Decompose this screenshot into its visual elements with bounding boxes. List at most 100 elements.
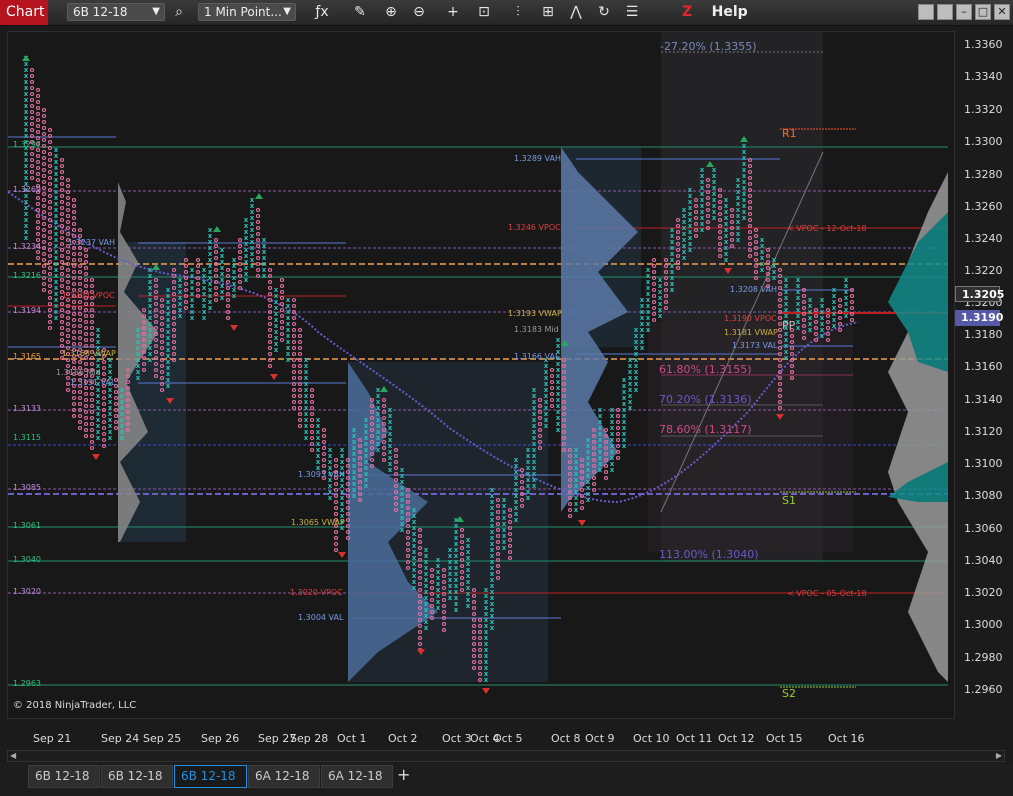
pf-x-mark: x	[108, 434, 113, 442]
pf-x-mark: x	[628, 404, 633, 412]
add-tab-button[interactable]: +	[397, 765, 410, 784]
pf-x-mark: x	[286, 356, 291, 364]
window-restore-icon[interactable]	[937, 4, 953, 20]
data-box-icon[interactable]: ⊡	[474, 3, 494, 22]
pf-o-mark: o	[442, 626, 447, 634]
pf-x-mark: x	[54, 314, 59, 322]
tab-6a-2[interactable]: 6A 12-18	[321, 765, 393, 788]
pf-x-mark: x	[622, 442, 627, 450]
x-tick: Oct 3	[442, 732, 472, 745]
tab-6b-1[interactable]: 6B 12-18	[28, 765, 100, 788]
pf-o-mark: o	[520, 502, 525, 510]
pf-x-mark: x	[724, 256, 729, 264]
y-tick: 1.3040	[964, 554, 1003, 567]
instrument-selector[interactable]: 6B 12-18 ▼	[67, 3, 165, 21]
y-tick: 1.3180	[964, 328, 1003, 341]
pf-o-mark: o	[550, 402, 555, 410]
zoom-out-icon[interactable]: ⊖	[409, 3, 429, 22]
y-tick: 1.2980	[964, 651, 1003, 664]
x-tick: Oct 12	[718, 732, 755, 745]
pf-o-mark: o	[718, 252, 723, 260]
crosshair-icon[interactable]: +	[443, 3, 463, 22]
properties-list-icon[interactable]: ☰	[622, 3, 642, 22]
horizontal-scrollbar[interactable]: ◀ ▶	[7, 750, 1005, 762]
sep24-mid-label: 1.3156 Mid	[56, 368, 101, 377]
sep24-val-label: 1.3151 VAL	[70, 378, 116, 387]
chart-style-icon[interactable]: ⊞	[538, 3, 558, 22]
window-tile-icon[interactable]	[918, 4, 934, 20]
oct15-val-label: 1.3173 VAL	[732, 341, 778, 350]
pivot-r1-label: R1	[782, 127, 797, 140]
pf-x-mark: x	[454, 606, 459, 614]
indicators-icon[interactable]: ƒx	[312, 3, 332, 22]
chevron-down-icon: ▼	[152, 6, 160, 17]
pf-o-mark: o	[346, 534, 351, 542]
x-tick: Oct 15	[766, 732, 803, 745]
y-tick: 1.2960	[964, 683, 1003, 696]
instrument-value: 6B 12-18	[73, 5, 128, 19]
x-tick: Oct 10	[633, 732, 670, 745]
price-axis[interactable]: 1.3360 1.3340 1.3320 1.3300 1.3280 1.326…	[955, 31, 1013, 719]
pf-x-mark: x	[742, 214, 747, 222]
oct1-vpoc-label: 1.3020 VPOC	[290, 588, 343, 597]
pf-o-mark: o	[358, 496, 363, 504]
x-tick: Oct 9	[585, 732, 615, 745]
chart-panel[interactable]: xxxxxxxxxxxxxxxxxxxxxxxxxxxxxxxooooooooo…	[7, 31, 955, 719]
scroll-left-icon[interactable]: ◀	[10, 751, 16, 761]
pf-o-mark: o	[66, 386, 71, 394]
tab-6b-2[interactable]: 6B 12-18	[101, 765, 173, 788]
oct1-vah-label: 1.3093 VAH	[298, 470, 345, 479]
pf-o-mark: o	[778, 404, 783, 412]
pf-o-mark: o	[496, 574, 501, 582]
interval-selector[interactable]: 1 Min Point... ▼	[198, 3, 296, 21]
level-label: 1.3234	[13, 242, 41, 251]
pf-o-mark: o	[42, 286, 47, 294]
pf-o-mark: o	[616, 454, 621, 462]
pf-x-mark: x	[466, 602, 471, 610]
pf-o-mark: o	[592, 486, 597, 494]
pf-x-mark: x	[598, 466, 603, 474]
fib-label: 113.00% (1.3040)	[659, 548, 759, 561]
minimize-icon[interactable]: –	[956, 4, 972, 20]
search-icon[interactable]: ⌕	[169, 3, 189, 22]
oct8-vpoc-label: 1.3246 VPOC	[508, 223, 561, 232]
y-tick: 1.3020	[964, 586, 1003, 599]
pf-o-mark: o	[160, 386, 165, 394]
y-tick: 1.3140	[964, 393, 1003, 406]
bar-style-icon[interactable]: ⫶	[508, 3, 528, 22]
pf-x-mark: x	[304, 434, 309, 442]
chart-tab[interactable]: Chart	[0, 0, 48, 25]
draw-pencil-icon[interactable]: ✎	[350, 3, 370, 22]
pf-x-mark: x	[502, 544, 507, 552]
pf-o-mark: o	[850, 316, 855, 324]
level-label: 1.3020	[13, 587, 41, 596]
refresh-icon[interactable]: ↻	[594, 3, 614, 22]
pf-x-mark: x	[700, 226, 705, 234]
vwap-price-tag: 1.3190	[955, 310, 1003, 326]
pf-o-mark: o	[238, 284, 243, 292]
pf-x-mark: x	[148, 356, 153, 364]
tab-6b-3-active[interactable]: 6B 12-18	[174, 765, 247, 788]
pf-x-mark: x	[682, 254, 687, 262]
strategy-icon[interactable]: ⋀	[566, 3, 586, 22]
pf-o-mark: o	[72, 412, 77, 420]
pivot-s2-label: S2	[782, 687, 796, 700]
y-tick: 1.3060	[964, 522, 1003, 535]
tab-6a-1[interactable]: 6A 12-18	[248, 765, 320, 788]
y-tick: 1.3160	[964, 360, 1003, 373]
close-icon[interactable]: ✕	[994, 4, 1010, 20]
pf-o-mark: o	[114, 424, 119, 432]
pf-x-mark: x	[808, 326, 813, 334]
zoom-in-icon[interactable]: ⊕	[381, 3, 401, 22]
pf-x-mark: x	[490, 624, 495, 632]
pf-o-mark: o	[562, 446, 567, 454]
y-tick: 1.3320	[964, 103, 1003, 116]
scroll-right-icon[interactable]: ▶	[996, 751, 1002, 761]
pf-x-mark: x	[166, 382, 171, 390]
help-menu[interactable]: Z Help	[682, 0, 748, 25]
maximize-icon[interactable]: □	[975, 4, 991, 20]
y-tick: 1.3100	[964, 457, 1003, 470]
pf-x-mark: x	[412, 584, 417, 592]
pf-x-mark: x	[832, 322, 837, 330]
pf-o-mark: o	[256, 272, 261, 280]
